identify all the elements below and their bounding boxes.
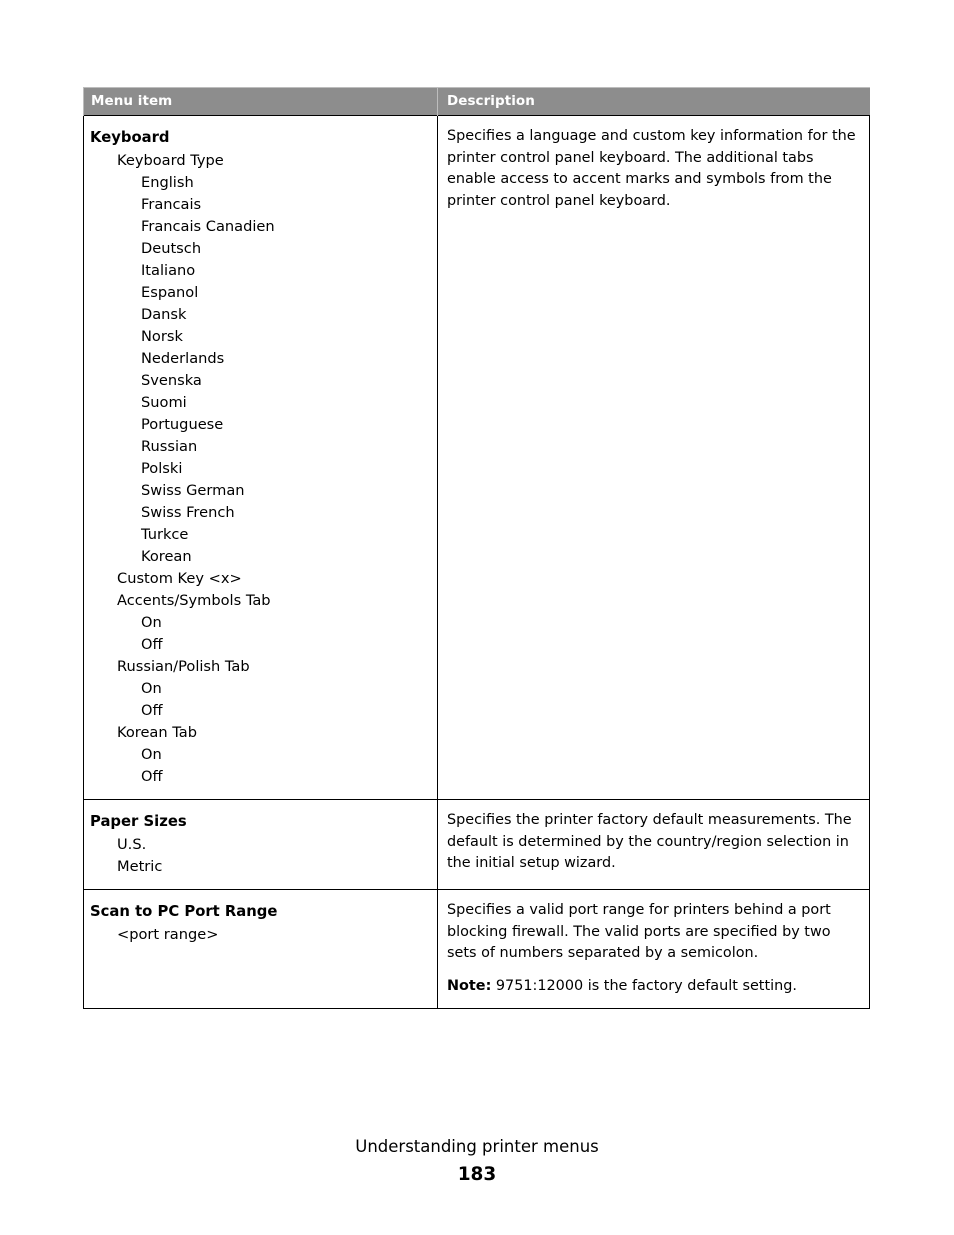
- menu-item-option: On: [141, 746, 162, 763]
- menu-item-list: Paper Sizes U.S. Metric: [84, 800, 437, 889]
- page-canvas: Menu item Description Keyboard Keyboard T…: [0, 0, 954, 1235]
- menu-item-cell: Paper Sizes U.S. Metric: [83, 799, 438, 890]
- page-footer: Understanding printer menus 183: [0, 1135, 954, 1188]
- note-text: 9751:12000 is the factory default settin…: [491, 977, 797, 994]
- description-paragraph: Specifies the printer factory default me…: [447, 812, 852, 871]
- menu-item-option: Deutsch: [141, 240, 202, 257]
- menu-item-option: Nederlands: [141, 350, 225, 367]
- menu-item-option: Espanol: [141, 284, 199, 301]
- menu-item-option: Svenska: [141, 372, 202, 389]
- menu-item-list: Scan to PC Port Range <port range>: [84, 890, 437, 957]
- menu-item-cell: Scan to PC Port Range <port range>: [83, 889, 438, 1009]
- menu-item-option: Off: [141, 768, 163, 785]
- description-paragraph: Specifies a valid port range for printer…: [447, 902, 831, 961]
- menu-item-cell: Keyboard Keyboard Type English Francais Fran…: [83, 115, 438, 800]
- table-row: Scan to PC Port Range <port range> Specifi…: [83, 889, 870, 1009]
- footer-page-number: 183: [457, 1164, 497, 1185]
- menu-item-option: Francais Canadien: [141, 218, 275, 235]
- menu-item-option: Metric: [117, 858, 163, 875]
- menu-item-option: Francais: [141, 196, 202, 213]
- menu-item-option: On: [141, 614, 162, 631]
- menu-item-option: Turkce: [141, 526, 189, 543]
- description-cell: Specifies the printer factory default me…: [437, 799, 870, 890]
- menu-item-option: Russian: [141, 438, 198, 455]
- menu-item-title: Scan to PC Port Range: [90, 903, 278, 920]
- menu-item-option: Swiss French: [141, 504, 235, 521]
- menu-item-option: <port range>: [117, 926, 219, 943]
- column-header-description: Description: [437, 87, 870, 116]
- note-label: Note:: [447, 977, 492, 994]
- menu-item-option: On: [141, 680, 162, 697]
- menu-item-title: Paper Sizes: [90, 813, 187, 830]
- column-header-menu-item: Menu item: [83, 87, 438, 116]
- footer-section-title: Understanding printer menus: [355, 1137, 599, 1156]
- menu-item-title: Keyboard: [90, 129, 170, 146]
- menu-item-option: Custom Key <x>: [117, 570, 242, 587]
- table-header-row: Menu item Description: [83, 87, 870, 116]
- description-body: Specifies the printer factory default me…: [438, 800, 869, 886]
- menu-item-option: Italiano: [141, 262, 196, 279]
- description-body: Specifies a valid port range for printer…: [438, 890, 869, 1008]
- table-row: Keyboard Keyboard Type English Francais Fran…: [83, 115, 870, 800]
- menu-item-option: Swiss German: [141, 482, 245, 499]
- menu-item-option: Korean Tab: [117, 724, 197, 741]
- table-header: Menu item Description: [83, 87, 870, 116]
- menu-item-option: Accents/Symbols Tab: [117, 592, 271, 609]
- menu-item-list: Keyboard Keyboard Type English Francais Fran…: [84, 116, 437, 799]
- table-row: Paper Sizes U.S. Metric Specifies the print…: [83, 799, 870, 890]
- menu-item-option: English: [141, 174, 194, 191]
- printer-menu-table: Menu item Description Keyboard Keyboard T…: [83, 87, 870, 1009]
- menu-item-option: U.S.: [117, 836, 147, 853]
- menu-item-option: Portuguese: [141, 416, 224, 433]
- menu-item-option: Suomi: [141, 394, 187, 411]
- table-body: Keyboard Keyboard Type English Francais Fran…: [83, 115, 870, 1009]
- description-cell: Specifies a language and custom key info…: [437, 115, 870, 800]
- menu-item-option: Off: [141, 702, 163, 719]
- menu-item-option: Russian/Polish Tab: [117, 658, 250, 675]
- description-body: Specifies a language and custom key info…: [438, 116, 869, 223]
- description-paragraph: Specifies a language and custom key info…: [447, 128, 856, 209]
- menu-item-option: Dansk: [141, 306, 187, 323]
- description-cell: Specifies a valid port range for printer…: [437, 889, 870, 1009]
- menu-item-option: Norsk: [141, 328, 183, 345]
- menu-item-option: Korean: [141, 548, 192, 565]
- description-note: Note: 9751:12000 is the factory default …: [447, 976, 857, 998]
- menu-item-option: Off: [141, 636, 163, 653]
- menu-item-option: Polski: [141, 460, 183, 477]
- menu-item-option: Keyboard Type: [117, 152, 224, 169]
